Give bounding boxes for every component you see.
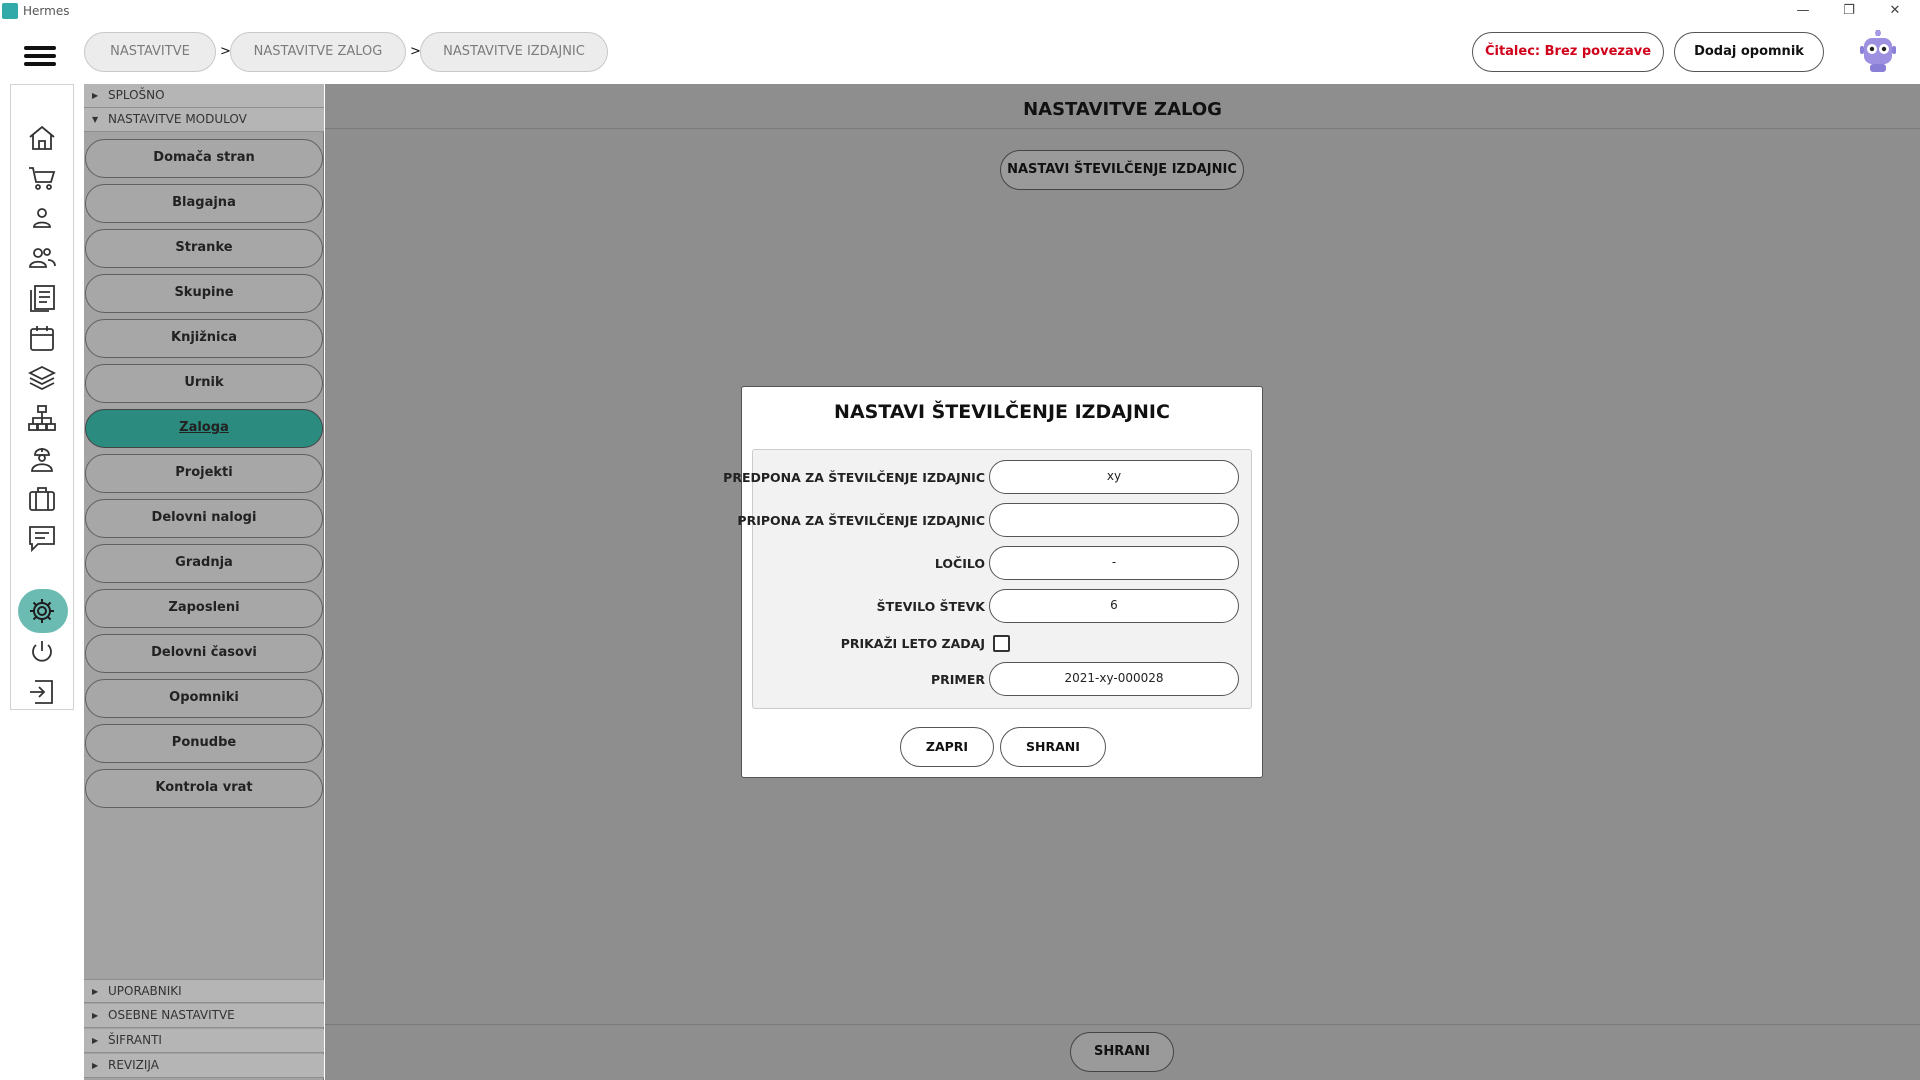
hierarchy-icon[interactable] — [27, 403, 57, 433]
person-icon[interactable] — [27, 203, 57, 233]
show-year-last-checkbox[interactable] — [993, 635, 1010, 652]
window-titlebar: Hermes — ❐ ✕ — [0, 0, 1920, 22]
module-zaposleni[interactable]: Zaposleni — [85, 589, 323, 628]
window-title: Hermes — [23, 4, 70, 18]
module-gradnja[interactable]: Gradnja — [85, 544, 323, 583]
reader-status-button[interactable]: Čitalec: Brez povezave — [1472, 32, 1664, 72]
set-numbering-button[interactable]: NASTAVI ŠTEVILČENJE IZDAJNIC — [1000, 150, 1244, 190]
prefix-input[interactable]: xy — [989, 460, 1239, 494]
module-zaloga[interactable]: Zaloga — [85, 409, 323, 448]
section-revizija[interactable]: ▶ REVIZIJA — [84, 1054, 324, 1078]
caret-down-icon: ▼ — [92, 115, 99, 124]
calendar-icon[interactable] — [27, 323, 57, 353]
worker-icon[interactable] — [27, 443, 57, 473]
section-uporabniki[interactable]: ▶ UPORABNIKI — [84, 979, 324, 1003]
module-blagajna[interactable]: Blagajna — [85, 184, 323, 223]
suffix-label: PRIPONA ZA ŠTEVILČENJE IZDAJNIC — [737, 513, 985, 528]
layers-icon[interactable] — [27, 363, 57, 393]
module-domaca-stran[interactable]: Domača stran — [85, 139, 323, 178]
caret-right-icon: ▶ — [92, 91, 99, 100]
section-label: NASTAVITVE MODULOV — [108, 112, 247, 126]
breadcrumb-nastavitve-izdajnic[interactable]: NASTAVITVE IZDAJNIC — [420, 32, 608, 72]
settings-icon[interactable] — [27, 596, 57, 626]
module-delovni-casovi[interactable]: Delovni časovi — [85, 634, 323, 673]
caret-right-icon: ▶ — [92, 987, 99, 996]
section-label: REVIZIJA — [108, 1058, 159, 1072]
dialog-form: PREDPONA ZA ŠTEVILČENJE IZDAJNIC xy PRIP… — [723, 449, 1252, 709]
chat-icon[interactable] — [27, 523, 57, 553]
close-icon[interactable]: ✕ — [1880, 2, 1910, 20]
minimize-icon[interactable]: — — [1788, 2, 1818, 20]
section-nastavitve-modulov[interactable]: ▼ NASTAVITVE MODULOV — [84, 108, 324, 132]
digits-label: ŠTEVILO ŠTEVK — [876, 599, 985, 614]
app-logo-icon — [2, 3, 18, 19]
caret-right-icon: ▶ — [92, 1036, 99, 1045]
avatar[interactable] — [1858, 30, 1898, 74]
separator-input[interactable]: - — [989, 546, 1239, 580]
module-stranke[interactable]: Stranke — [85, 229, 323, 268]
example-label: PRIMER — [930, 672, 985, 687]
prefix-label: PREDPONA ZA ŠTEVILČENJE IZDAJNIC — [723, 470, 985, 485]
separator-label: LOČILO — [934, 556, 985, 571]
show-year-last-label: PRIKAŽI LETO ZADAJ — [840, 636, 985, 651]
briefcase-icon[interactable] — [27, 483, 57, 513]
section-sifranti[interactable]: ▶ ŠIFRANTI — [84, 1029, 324, 1053]
main-save-button[interactable]: SHRANI — [1070, 1032, 1174, 1072]
digits-input[interactable]: 6 — [989, 589, 1239, 623]
add-reminder-button[interactable]: Dodaj opomnik — [1674, 32, 1824, 72]
module-skupine[interactable]: Skupine — [85, 274, 323, 313]
icon-rail — [10, 84, 74, 710]
numbering-dialog: NASTAVI ŠTEVILČENJE IZDAJNIC PREDPONA ZA… — [723, 386, 1263, 778]
cart-icon[interactable] — [27, 163, 57, 193]
people-icon[interactable] — [27, 243, 57, 273]
module-projekti[interactable]: Projekti — [85, 454, 323, 493]
module-kontrola-vrat[interactable]: Kontrola vrat — [85, 769, 323, 808]
section-osebne-nastavitve[interactable]: ▶ OSEBNE NASTAVITVE — [84, 1004, 324, 1028]
page-title: NASTAVITVE ZALOG — [325, 84, 1920, 129]
suffix-input[interactable] — [989, 503, 1239, 537]
app-header: NASTAVITVE > NASTAVITVE ZALOG > NASTAVIT… — [0, 22, 1920, 84]
breadcrumb-nastavitve-zalog[interactable]: NASTAVITVE ZALOG — [230, 32, 406, 72]
footer-bar: SHRANI — [325, 1024, 1920, 1080]
save-button[interactable]: SHRANI — [1000, 727, 1106, 767]
module-urnik[interactable]: Urnik — [85, 364, 323, 403]
section-splosno[interactable]: ▶ SPLOŠNO — [84, 84, 324, 108]
close-button[interactable]: ZAPRI — [900, 727, 994, 767]
home-icon[interactable] — [27, 123, 57, 153]
breadcrumb-nastavitve[interactable]: NASTAVITVE — [84, 32, 216, 72]
restore-icon[interactable]: ❐ — [1834, 2, 1864, 20]
section-label: ŠIFRANTI — [108, 1033, 162, 1047]
caret-right-icon: ▶ — [92, 1011, 99, 1020]
module-ponudbe[interactable]: Ponudbe — [85, 724, 323, 763]
module-delovni-nalogi[interactable]: Delovni nalogi — [85, 499, 323, 538]
documents-icon[interactable] — [27, 283, 57, 313]
section-label: UPORABNIKI — [108, 984, 182, 998]
power-icon[interactable] — [27, 637, 57, 667]
settings-sidebar: ▶ SPLOŠNO ▼ NASTAVITVE MODULOV Domača stra… — [84, 84, 324, 1080]
caret-right-icon: ▶ — [92, 1061, 99, 1070]
dialog-title: NASTAVI ŠTEVILČENJE IZDAJNIC — [834, 401, 1170, 423]
example-field: 2021-xy-000028 — [989, 662, 1239, 696]
module-opomniki[interactable]: Opomniki — [85, 679, 323, 718]
menu-icon[interactable] — [24, 46, 58, 68]
section-label: SPLOŠNO — [108, 88, 165, 102]
module-knjiznica[interactable]: Knjižnica — [85, 319, 323, 358]
logout-icon[interactable] — [27, 677, 57, 707]
section-label: OSEBNE NASTAVITVE — [108, 1008, 235, 1022]
